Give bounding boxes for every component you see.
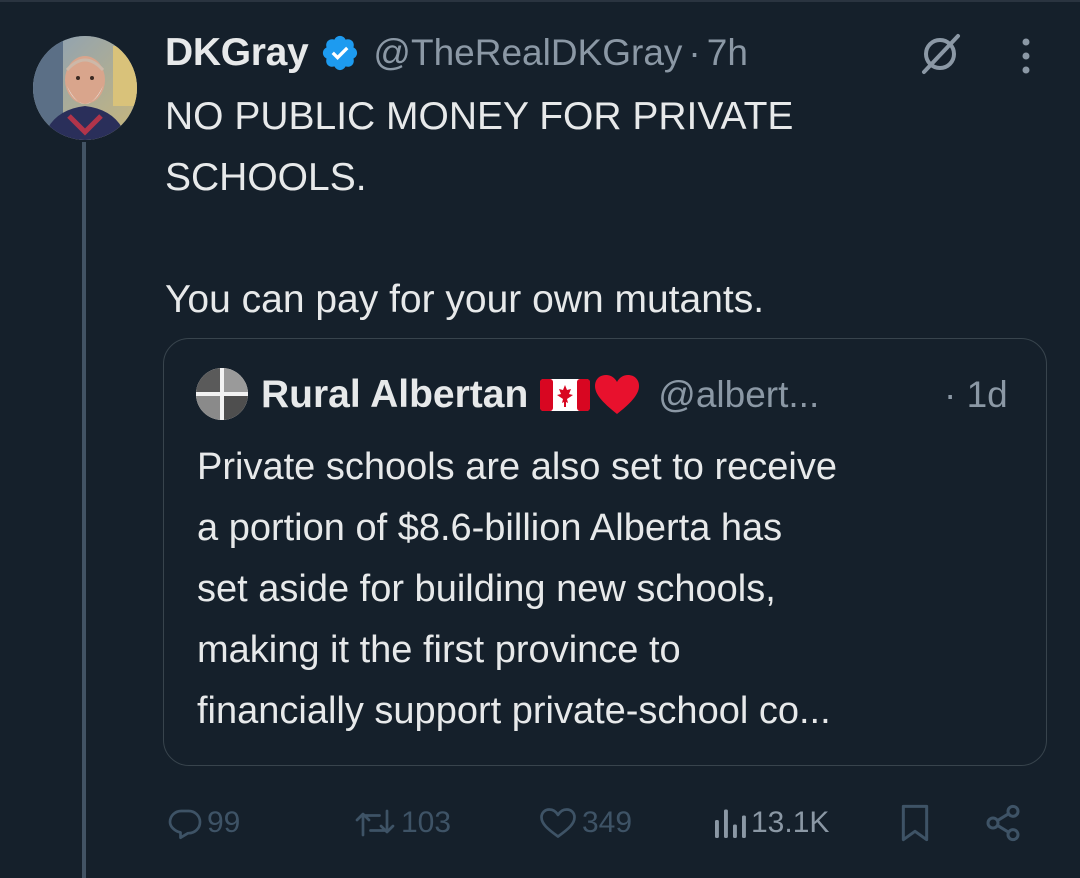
quoted-text-line: Private schools are also set to receive <box>197 446 837 488</box>
red-heart-icon <box>595 375 640 414</box>
name-emoji <box>540 374 640 416</box>
thread-line <box>82 142 86 878</box>
tweet-header: DKGray @TheRealDKGray · 7h <box>165 26 748 80</box>
tweet-body: NO PUBLIC MONEY FOR PRIVATE SCHOOLS. You… <box>165 86 1045 330</box>
quoted-text-line: set aside for building new schools, <box>197 568 776 610</box>
analytics-icon <box>713 805 747 841</box>
quoted-text-line: a portion of $8.6-billion Alberta has <box>197 507 783 549</box>
quoted-author-handle[interactable]: @albert... <box>658 374 819 416</box>
bookmark-button[interactable] <box>898 795 932 851</box>
timestamp[interactable]: 7h <box>707 32 748 74</box>
tweet-text-line: You can pay for your own mutants. <box>165 278 765 321</box>
top-divider <box>0 0 1080 2</box>
grok-icon[interactable] <box>916 30 964 78</box>
canada-flag-icon <box>540 379 591 411</box>
quoted-text-line: financially support private-school co... <box>197 690 831 732</box>
more-options-icon[interactable] <box>1011 34 1041 78</box>
share-button[interactable] <box>983 795 1023 851</box>
like-button[interactable]: 349 <box>538 795 632 851</box>
author-avatar[interactable] <box>33 36 137 140</box>
view-count: 13.1K <box>751 806 830 839</box>
quoted-header: Rural Albertan @albert... <box>261 367 819 423</box>
views-button[interactable]: 13.1K <box>713 795 829 851</box>
tweet-text-line: NO PUBLIC MONEY FOR PRIVATE <box>165 95 794 138</box>
action-bar: 99 103 349 13.1K <box>165 795 1045 851</box>
author-name[interactable]: DKGray <box>165 31 309 75</box>
tweet-text-line: SCHOOLS. <box>165 156 367 199</box>
author-handle[interactable]: @TheRealDKGray <box>373 32 682 74</box>
quoted-text-line: making it the first province to <box>197 629 681 671</box>
heart-icon <box>538 805 578 841</box>
verified-badge-icon[interactable] <box>320 33 360 73</box>
share-icon <box>983 803 1023 843</box>
separator-dot: · <box>688 32 701 73</box>
quoted-tweet-card[interactable]: Rural Albertan @albert... · 1d Private s… <box>163 338 1047 766</box>
reply-button[interactable]: 99 <box>167 795 240 851</box>
reply-count: 99 <box>207 806 241 839</box>
reply-icon <box>167 805 203 841</box>
bookmark-icon <box>898 803 932 843</box>
repost-count: 103 <box>401 806 452 839</box>
quoted-author-name[interactable]: Rural Albertan <box>261 373 528 417</box>
quoted-timestamp[interactable]: · 1d <box>944 367 1008 423</box>
quoted-author-avatar[interactable] <box>196 368 248 420</box>
repost-icon <box>353 805 397 841</box>
like-count: 349 <box>582 806 633 839</box>
repost-button[interactable]: 103 <box>353 795 451 851</box>
quoted-text: Private schools are also set to receive … <box>197 437 1027 742</box>
